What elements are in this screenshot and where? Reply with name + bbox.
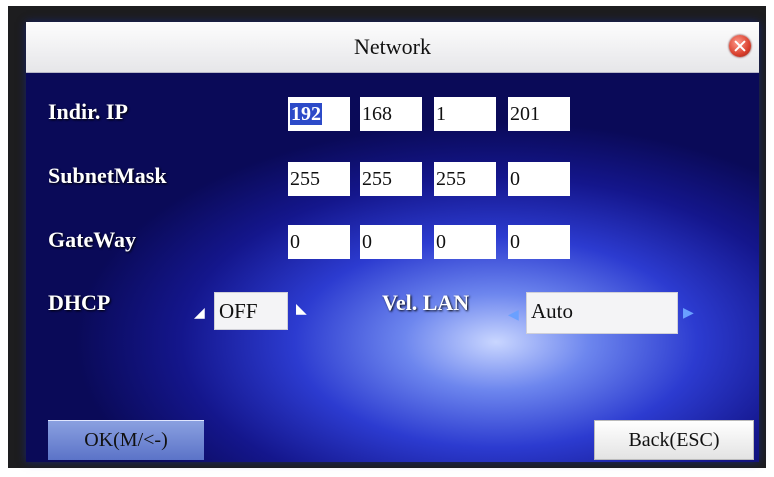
arrow-right-icon[interactable]: ▶ (683, 305, 694, 322)
lan-label: Vel. LAN (382, 290, 470, 315)
gateway-octet-3[interactable]: 0 (434, 225, 496, 259)
gateway-octet-1[interactable]: 0 (288, 225, 350, 259)
gateway-label: GateWay (48, 227, 136, 252)
subnet-label: SubnetMask (48, 163, 167, 188)
subnet-octet-2[interactable]: 255 (360, 162, 422, 196)
title-bar: Network (26, 22, 759, 73)
ip-octet-3[interactable]: 1 (434, 97, 496, 131)
subnet-octet-4[interactable]: 0 (508, 162, 570, 196)
back-button[interactable]: Back(ESC) (594, 420, 754, 460)
subnet-octet-3[interactable]: 255 (434, 162, 496, 196)
subnet-octet-1[interactable]: 255 (288, 162, 350, 196)
gateway-octet-4[interactable]: 0 (508, 225, 570, 259)
ok-button[interactable]: OK(M/<-) (48, 420, 204, 460)
ip-octet-2[interactable]: 168 (360, 97, 422, 131)
gateway-octet-2[interactable]: 0 (360, 225, 422, 259)
ip-label: Indir. IP (48, 99, 128, 124)
lan-speed-select[interactable]: Auto (526, 292, 678, 334)
dhcp-label: DHCP (48, 290, 111, 315)
ip-octet-4[interactable]: 201 (508, 97, 570, 131)
network-screen: Network Indir. IP 192 168 1 201 SubnetMa… (26, 22, 759, 462)
close-icon[interactable] (729, 35, 751, 57)
dhcp-select[interactable]: OFF (214, 292, 288, 330)
arrow-left-icon[interactable]: ◀ (508, 307, 519, 324)
ip-octet-1[interactable]: 192 (288, 97, 350, 131)
arrow-left-icon[interactable]: ◢ (194, 305, 205, 322)
arrow-right-icon[interactable]: ◣ (296, 301, 307, 318)
window-title: Network (354, 34, 431, 59)
